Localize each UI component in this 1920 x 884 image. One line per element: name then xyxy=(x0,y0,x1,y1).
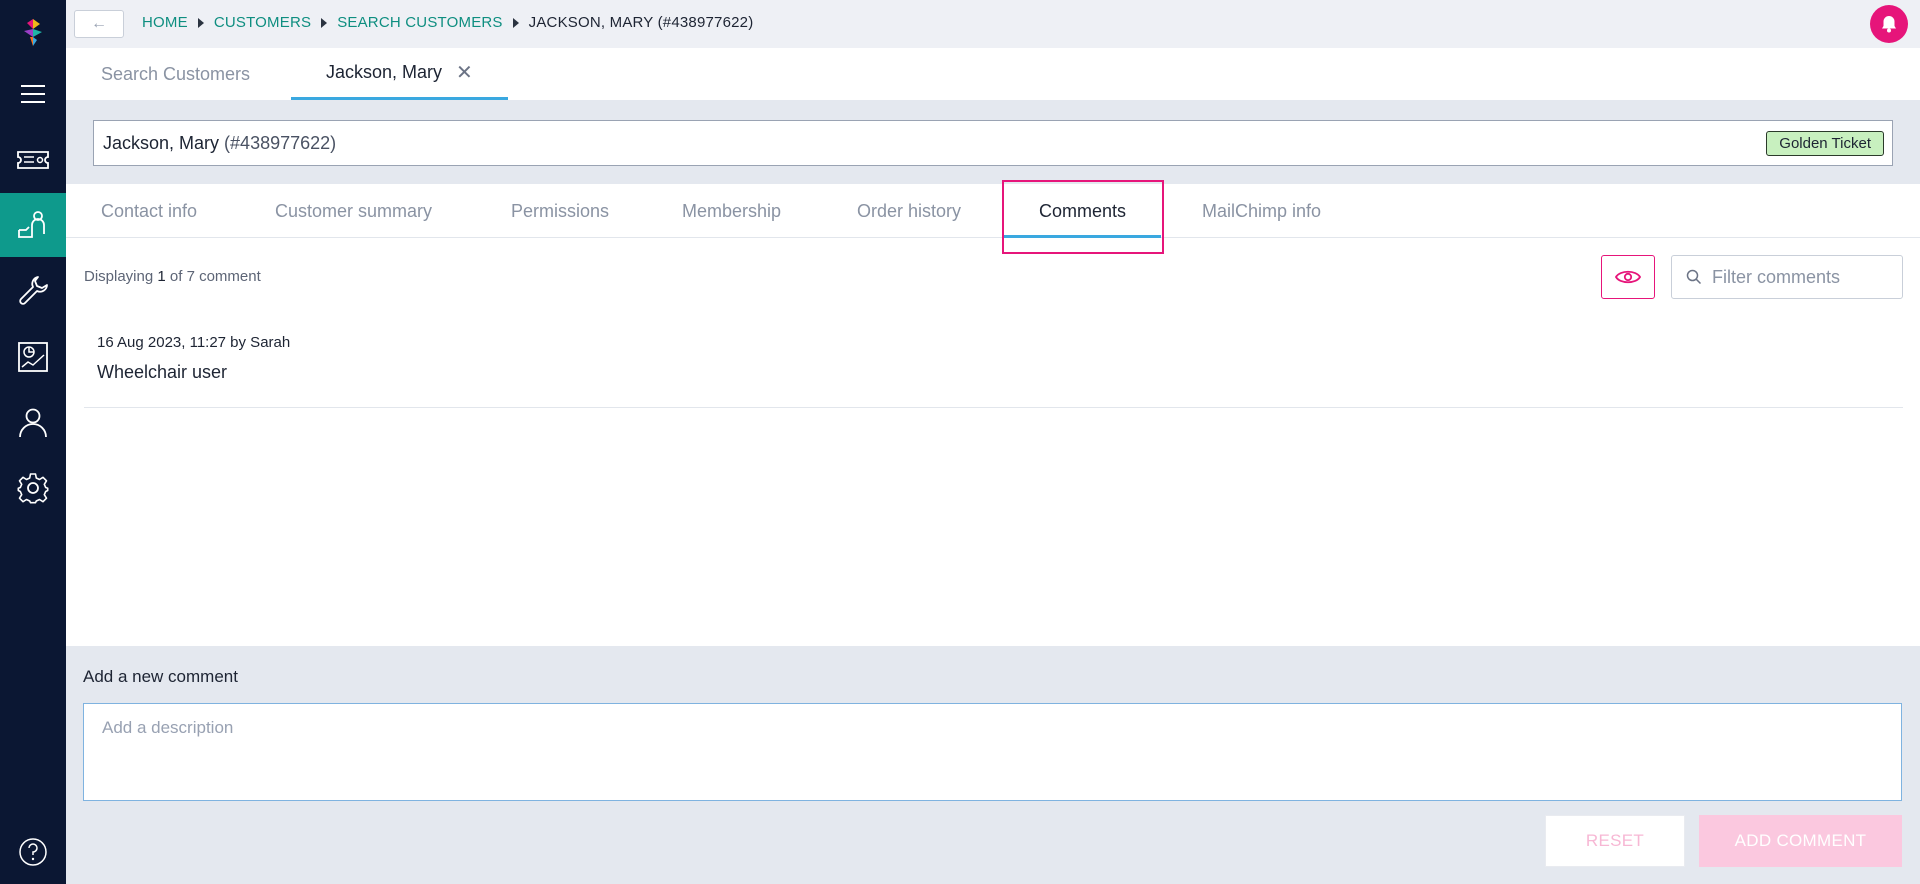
customer-name: Jackson, Mary xyxy=(103,132,220,153)
app-logo-icon xyxy=(24,19,42,46)
reset-button[interactable]: RESET xyxy=(1545,815,1685,867)
tab-order-history[interactable]: Order history xyxy=(857,184,961,238)
comment-count: Displaying 1 of 7 comment xyxy=(84,268,261,285)
gear-icon xyxy=(17,473,49,504)
customer-service-icon xyxy=(18,211,45,238)
filter-comments-field xyxy=(1671,255,1903,299)
breadcrumb-separator-icon xyxy=(512,17,519,28)
breadcrumb-separator-icon xyxy=(197,17,204,28)
breadcrumb-home[interactable]: HOME xyxy=(142,14,188,31)
tab-customer-jackson[interactable]: Jackson, Mary ✕ xyxy=(291,48,508,100)
add-comment-button[interactable]: ADD COMMENT xyxy=(1699,815,1902,867)
add-comment-label: Add a new comment xyxy=(83,667,238,686)
sidebar-item-menu[interactable] xyxy=(0,62,66,126)
arrow-left-icon: ← xyxy=(91,15,107,32)
sidebar-item-tickets[interactable] xyxy=(0,128,66,192)
topbar: ← HOME CUSTOMERS SEARCH CUSTOMERS JACKSO… xyxy=(66,0,1920,48)
count-prefix: Displaying xyxy=(84,268,154,285)
count-suffix: of 7 comment xyxy=(169,268,261,285)
sidebar xyxy=(0,0,66,884)
tab-label: Comments xyxy=(1039,200,1127,221)
notifications-button[interactable] xyxy=(1870,5,1908,43)
breadcrumb-separator-icon xyxy=(321,17,328,28)
active-tab-indicator xyxy=(1004,235,1162,238)
bell-icon xyxy=(1882,16,1896,33)
comment-text: Wheelchair user xyxy=(97,362,228,382)
search-icon xyxy=(1686,269,1702,285)
sidebar-item-reports[interactable] xyxy=(0,325,66,389)
toggle-visibility-button[interactable] xyxy=(1601,255,1655,299)
filter-comments-input[interactable] xyxy=(1712,266,1892,288)
customer-panel: Contact info Customer summary Permission… xyxy=(66,180,1920,646)
sidebar-item-help[interactable] xyxy=(0,820,66,884)
tab-customer-summary[interactable]: Customer summary xyxy=(275,184,432,238)
eye-icon xyxy=(1615,270,1641,284)
tab-label: Jackson, Mary xyxy=(326,62,443,82)
back-button[interactable]: ← xyxy=(74,10,124,38)
page-tabs: Search Customers Jackson, Mary ✕ xyxy=(66,48,1920,100)
tab-comments[interactable]: Comments xyxy=(1004,184,1162,238)
tab-contact-info[interactable]: Contact info xyxy=(101,184,197,238)
tab-label: Search Customers xyxy=(101,63,251,84)
tab-permissions[interactable]: Permissions xyxy=(511,184,609,238)
count-shown: 1 xyxy=(157,268,166,285)
breadcrumb-search-customers[interactable]: SEARCH CUSTOMERS xyxy=(337,14,502,31)
customer-sub-tabs: Contact info Customer summary Permission… xyxy=(66,180,1920,254)
report-chart-icon xyxy=(18,342,48,372)
breadcrumb-customers[interactable]: CUSTOMERS xyxy=(214,14,311,31)
hamburger-icon xyxy=(21,85,45,103)
breadcrumb: HOME CUSTOMERS SEARCH CUSTOMERS JACKSON,… xyxy=(142,14,753,31)
sidebar-item-settings[interactable] xyxy=(0,456,66,520)
breadcrumb-current: JACKSON, MARY (#438977622) xyxy=(528,14,754,31)
sidebar-item-users[interactable] xyxy=(0,390,66,454)
tab-mailchimp-info[interactable]: MailChimp info xyxy=(1202,184,1321,238)
comment-item: 16 Aug 2023, 11:27 by Sarah Wheelchair u… xyxy=(84,334,1903,408)
tab-search-customers[interactable]: Search Customers xyxy=(101,48,250,100)
sidebar-item-tools[interactable] xyxy=(0,258,66,322)
status-badge: Golden Ticket xyxy=(1766,131,1884,156)
sidebar-item-customers[interactable] xyxy=(0,193,66,257)
tab-membership[interactable]: Membership xyxy=(682,184,781,238)
close-icon[interactable]: ✕ xyxy=(456,60,473,85)
logo[interactable] xyxy=(0,0,66,64)
ticket-icon xyxy=(17,151,49,169)
wrench-icon xyxy=(19,276,48,305)
help-icon xyxy=(19,838,47,866)
customer-id: (#438977622) xyxy=(224,132,337,153)
person-icon xyxy=(19,408,47,438)
description-input[interactable] xyxy=(83,703,1902,801)
customer-header: Jackson, Mary (#438977622) Golden Ticket xyxy=(93,120,1893,166)
comment-meta: 16 Aug 2023, 11:27 by Sarah xyxy=(97,334,291,351)
